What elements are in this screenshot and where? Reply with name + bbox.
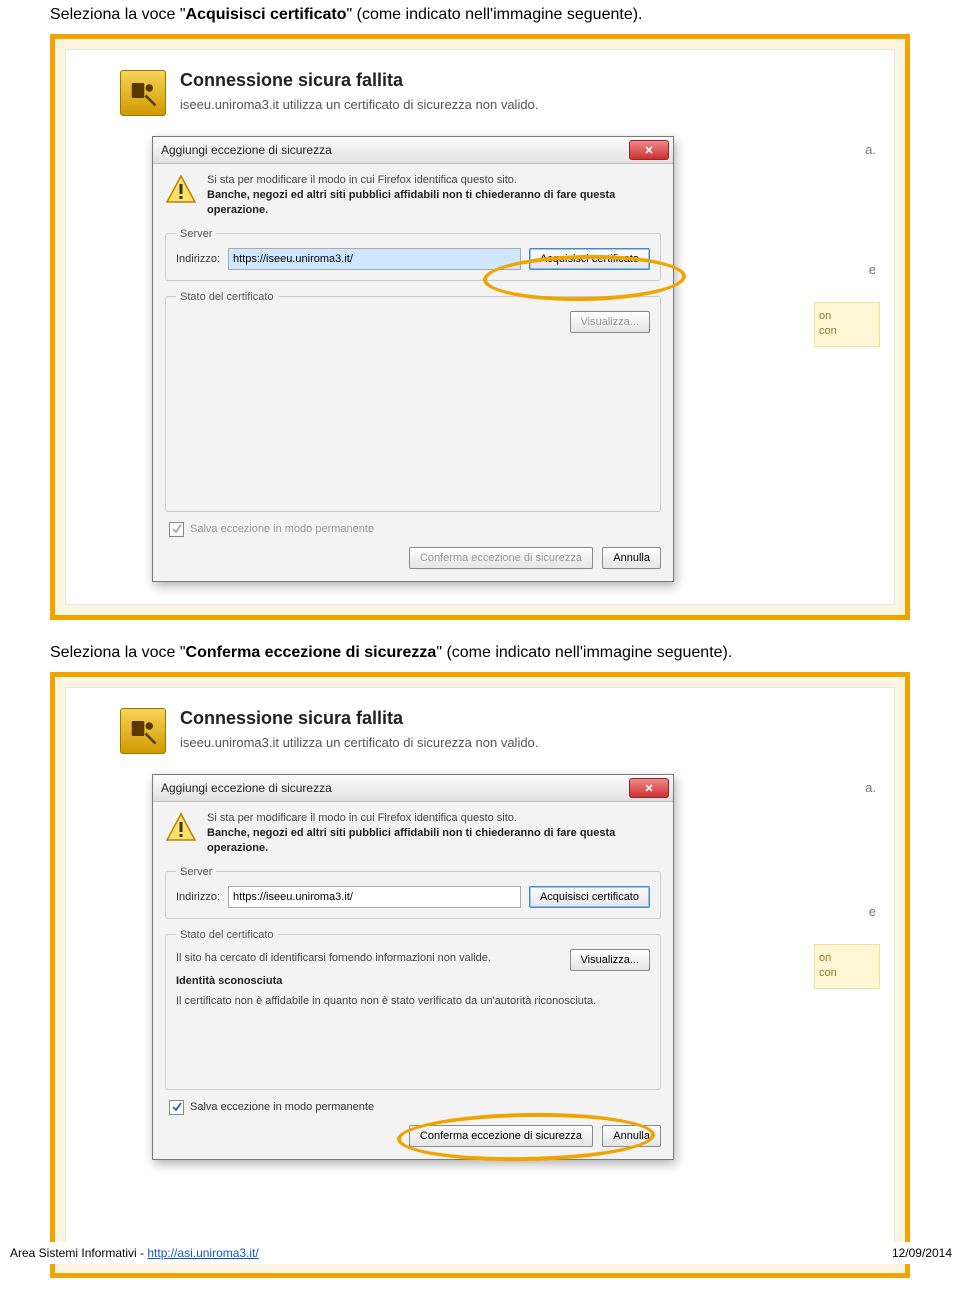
save-permanent-checkbox[interactable] xyxy=(169,1100,184,1115)
dialog-title: Aggiungi eccezione di sicurezza xyxy=(161,143,332,157)
status-line1: Il sito ha cercato di identificarsi forn… xyxy=(176,951,491,966)
secure-fail-icon xyxy=(120,70,166,116)
instruction-1: Seleziona la voce "Acquisisci certificat… xyxy=(50,6,910,24)
status-line2: Il certificato non è affidabile in quant… xyxy=(176,994,650,1009)
error-subtitle: iseeu.uniroma3.it utilizza un certificat… xyxy=(180,97,538,112)
warn-line1: Si sta per modificare il modo in cui Fir… xyxy=(207,812,661,824)
add-exception-dialog: Aggiungi eccezione di sicurezza ✕ Si sta… xyxy=(152,774,674,1160)
cancel-button[interactable]: Annulla xyxy=(602,547,661,569)
footer-date: 12/09/2014 xyxy=(892,1246,952,1260)
screenshot-1: a. e oncon Connessione sicura fallita is… xyxy=(50,34,910,620)
close-button[interactable]: ✕ xyxy=(629,140,669,160)
bg-sticky: oncon xyxy=(814,302,880,347)
error-title: Connessione sicura fallita xyxy=(180,708,538,729)
add-exception-dialog: Aggiungi eccezione di sicurezza ✕ Si sta… xyxy=(152,136,674,582)
server-fieldset: Server Indirizzo: Acquisisci certificato xyxy=(165,228,661,281)
secure-fail-icon xyxy=(120,708,166,754)
address-label: Indirizzo: xyxy=(176,253,220,265)
bg-text: e xyxy=(869,902,876,923)
confirm-exception-button[interactable]: Conferma eccezione di sicurezza xyxy=(409,1125,593,1147)
cert-status-fieldset: Stato del certificato Visualizza... xyxy=(165,291,661,512)
status-heading: Identità sconosciuta xyxy=(176,975,282,987)
bg-text: a. xyxy=(865,140,876,161)
cancel-button[interactable]: Annulla xyxy=(602,1125,661,1147)
bg-text: e xyxy=(869,260,876,281)
confirm-exception-button[interactable]: Conferma eccezione di sicurezza xyxy=(409,547,593,569)
warning-icon xyxy=(165,812,197,844)
address-label: Indirizzo: xyxy=(176,891,220,903)
acquire-cert-button[interactable]: Acquisisci certificato xyxy=(529,248,650,270)
close-button[interactable]: ✕ xyxy=(629,778,669,798)
address-input[interactable] xyxy=(228,248,521,270)
save-permanent-label: Salva eccezione in modo permanente xyxy=(190,523,374,535)
server-fieldset: Server Indirizzo: Acquisisci certificato xyxy=(165,866,661,919)
view-button[interactable]: Visualizza... xyxy=(570,311,651,333)
address-input[interactable] xyxy=(228,886,521,908)
instruction-2: Seleziona la voce "Conferma eccezione di… xyxy=(50,644,910,662)
screenshot-2: a. e oncon Connessione sicura fallita is… xyxy=(50,672,910,1278)
error-title: Connessione sicura fallita xyxy=(180,70,538,91)
cert-status-fieldset: Stato del certificato Il sito ha cercato… xyxy=(165,929,661,1090)
warning-icon xyxy=(165,174,197,206)
save-permanent-checkbox[interactable] xyxy=(169,522,184,537)
view-button[interactable]: Visualizza... xyxy=(570,949,651,971)
save-permanent-label: Salva eccezione in modo permanente xyxy=(190,1101,374,1113)
warn-line2: Banche, negozi ed altri siti pubblici af… xyxy=(207,826,661,856)
bg-sticky: oncon xyxy=(814,944,880,989)
bg-text: a. xyxy=(865,778,876,799)
acquire-cert-button[interactable]: Acquisisci certificato xyxy=(529,886,650,908)
footer-link[interactable]: http://asi.uniroma3.it/ xyxy=(147,1246,258,1260)
warn-line2: Banche, negozi ed altri siti pubblici af… xyxy=(207,188,661,218)
error-subtitle: iseeu.uniroma3.it utilizza un certificat… xyxy=(180,735,538,750)
dialog-title: Aggiungi eccezione di sicurezza xyxy=(161,781,332,795)
page-footer: Area Sistemi Informativi - http://asi.un… xyxy=(0,1242,960,1264)
warn-line1: Si sta per modificare il modo in cui Fir… xyxy=(207,174,661,186)
